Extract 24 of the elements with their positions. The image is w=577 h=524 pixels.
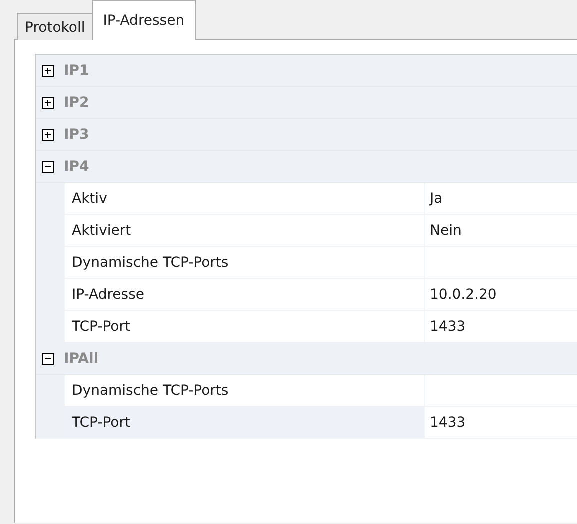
property-name[interactable]: Aktiv bbox=[65, 183, 425, 215]
group-label: IP3 bbox=[64, 126, 90, 142]
property-name[interactable]: TCP-Port bbox=[65, 407, 425, 439]
expand-icon[interactable] bbox=[42, 64, 54, 76]
tab[interactable]: Protokoll bbox=[17, 13, 94, 40]
property-value: 1433 bbox=[430, 318, 466, 334]
property-name[interactable]: Aktiviert bbox=[65, 215, 425, 247]
property-value: Nein bbox=[430, 222, 462, 238]
group-label: IP1 bbox=[64, 62, 90, 78]
group-label: IP2 bbox=[64, 94, 90, 110]
property-name[interactable]: Dynamische TCP-Ports bbox=[65, 375, 425, 407]
property-name[interactable]: IP-Adresse bbox=[65, 279, 425, 311]
expand-icon[interactable] bbox=[42, 128, 54, 140]
group-label: IPAll bbox=[64, 350, 99, 366]
collapse-icon[interactable] bbox=[42, 160, 54, 172]
tab[interactable]: IP-Adressen bbox=[92, 0, 196, 40]
expand-icon[interactable] bbox=[42, 96, 54, 108]
collapse-icon[interactable] bbox=[42, 352, 54, 364]
property-value: Ja bbox=[430, 190, 443, 206]
property-value: 1433 bbox=[430, 414, 466, 430]
property-value: 10.0.2.20 bbox=[430, 286, 497, 302]
property-name[interactable]: Dynamische TCP-Ports bbox=[65, 247, 425, 279]
property-name[interactable]: TCP-Port bbox=[65, 311, 425, 343]
group-label: IP4 bbox=[64, 158, 90, 174]
